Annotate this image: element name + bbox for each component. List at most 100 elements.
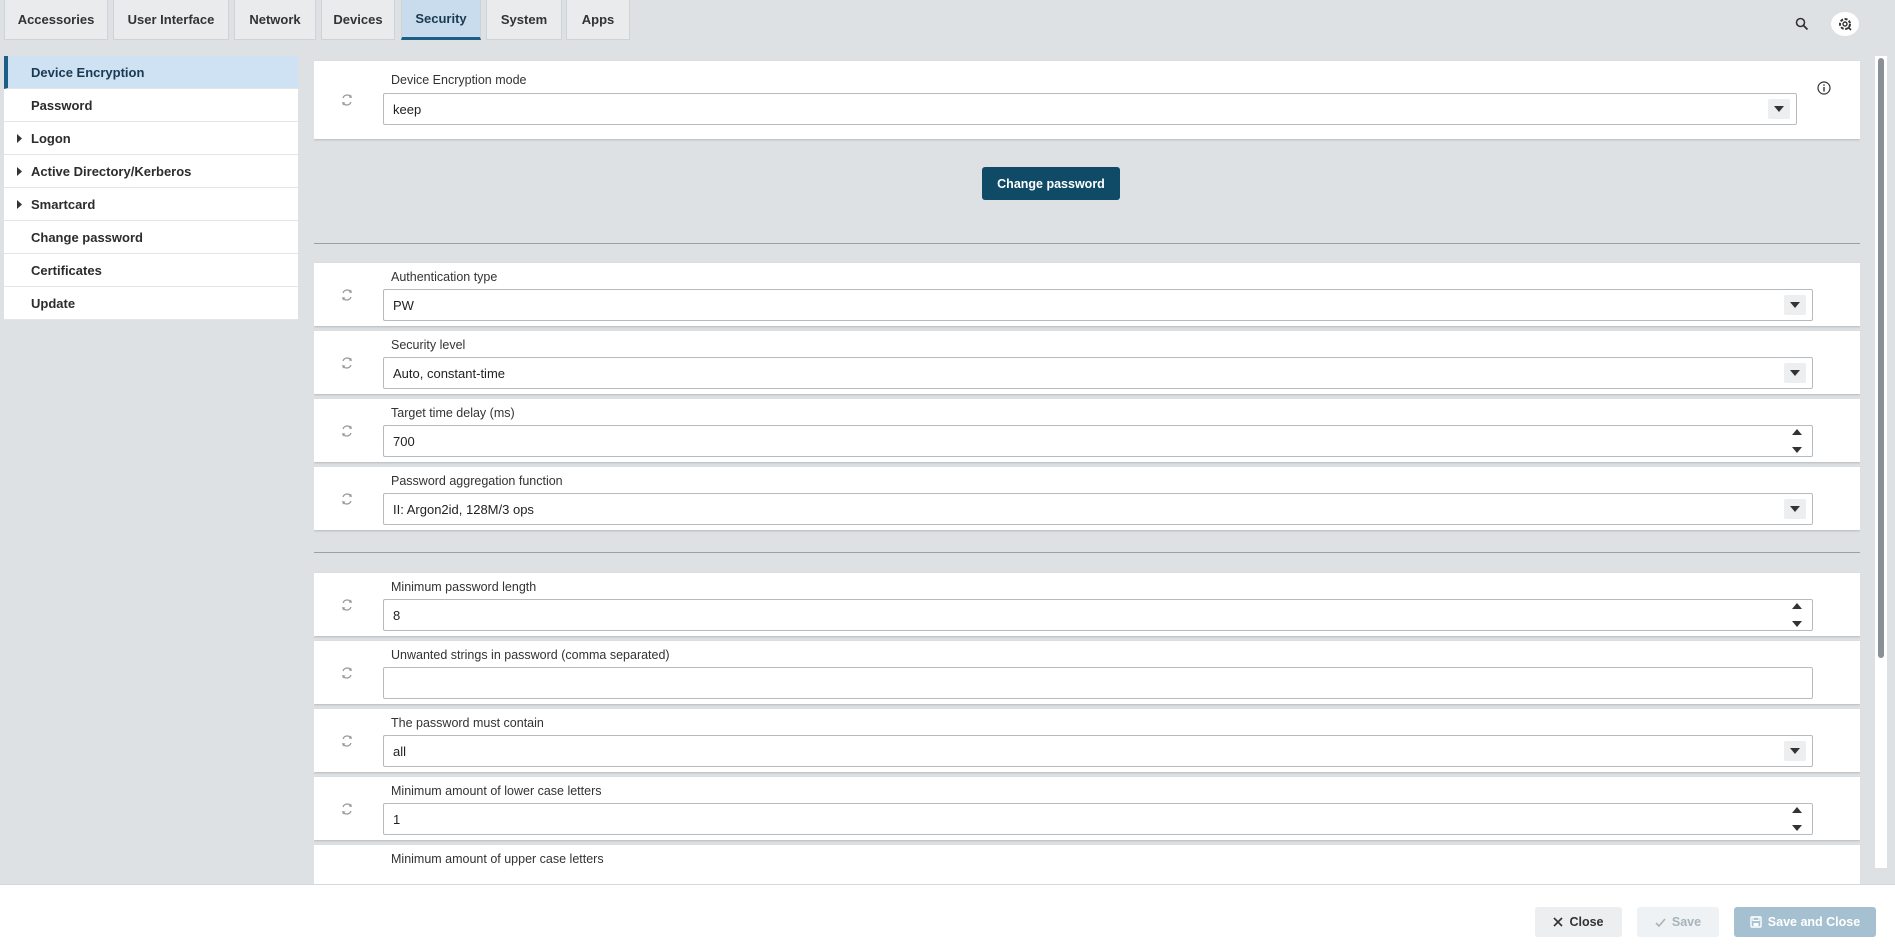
reset-icon[interactable] — [340, 492, 354, 506]
section-divider — [314, 552, 1860, 553]
sidebar-item-active-directory[interactable]: Active Directory/Kerberos — [4, 155, 298, 188]
unwanted-strings-input[interactable] — [383, 667, 1813, 699]
reset-icon[interactable] — [340, 93, 354, 107]
chevron-down-icon[interactable] — [1784, 741, 1806, 761]
settings-gear-icon[interactable] — [1831, 12, 1859, 36]
authentication-type-select[interactable]: PW — [383, 289, 1813, 321]
reset-icon[interactable] — [340, 288, 354, 302]
close-button[interactable]: Close — [1535, 907, 1622, 937]
save-and-close-button-label: Save and Close — [1767, 915, 1861, 929]
setting-minimum-upper-case: Minimum amount of upper case letters — [314, 845, 1860, 884]
save-disk-icon — [1750, 916, 1762, 928]
minimum-lower-case-input[interactable]: 1 — [383, 803, 1813, 835]
sidebar-item-password[interactable]: Password — [4, 89, 298, 122]
caret-right-icon[interactable] — [16, 167, 24, 176]
setting-minimum-lower-case: Minimum amount of lower case letters 1 — [314, 777, 1860, 840]
sidebar-item-label: Certificates — [31, 262, 102, 278]
chevron-down-icon[interactable] — [1768, 99, 1790, 119]
sidebar-item-label: Smartcard — [31, 196, 96, 212]
sidebar-item-label: Device Encryption — [31, 64, 145, 80]
minimum-password-length-input[interactable]: 8 — [383, 599, 1813, 631]
sidebar-item-logon[interactable]: Logon — [4, 122, 298, 155]
caret-right-icon[interactable] — [16, 134, 24, 143]
stepper-down-icon[interactable] — [1792, 447, 1802, 453]
change-password-button[interactable]: Change password — [982, 167, 1120, 200]
save-button[interactable]: Save — [1637, 907, 1719, 937]
setting-device-encryption-mode: Device Encryption mode keep — [314, 61, 1860, 139]
security-level-select[interactable]: Auto, constant-time — [383, 357, 1813, 389]
reset-icon[interactable] — [340, 598, 354, 612]
chevron-down-icon[interactable] — [1784, 363, 1806, 383]
setting-password-aggregation: Password aggregation function II: Argon2… — [314, 467, 1860, 530]
number-stepper[interactable] — [1788, 429, 1806, 453]
settings-panel: Device Encryption mode keep Change passw… — [314, 56, 1860, 884]
stepper-up-icon[interactable] — [1792, 807, 1802, 813]
reset-icon[interactable] — [340, 666, 354, 680]
scrollbar[interactable] — [1875, 56, 1887, 868]
setting-security-level: Security level Auto, constant-time — [314, 331, 1860, 394]
sidebar-item-certificates[interactable]: Certificates — [4, 254, 298, 287]
setting-target-time-delay: Target time delay (ms) 700 — [314, 399, 1860, 462]
stepper-down-icon[interactable] — [1792, 825, 1802, 831]
sidebar-item-smartcard[interactable]: Smartcard — [4, 188, 298, 221]
select-value: all — [393, 743, 407, 759]
select-value: keep — [393, 101, 422, 117]
tab-user-interface[interactable]: User Interface — [113, 0, 229, 40]
field-label: Target time delay (ms) — [391, 406, 515, 420]
footer-bar: Close Save Save and Close — [0, 884, 1895, 949]
tab-security[interactable]: Security — [401, 0, 481, 40]
tab-apps[interactable]: Apps — [566, 0, 630, 40]
sidebar-item-label: Password — [31, 97, 93, 113]
close-button-label: Close — [1569, 915, 1604, 929]
sidebar-item-device-encryption[interactable]: Device Encryption — [4, 56, 298, 89]
field-label: The password must contain — [391, 716, 544, 730]
stepper-up-icon[interactable] — [1792, 429, 1802, 435]
sidebar-nav: Device Encryption Password Logon Active … — [4, 56, 298, 320]
search-icon[interactable] — [1790, 12, 1814, 36]
setting-password-must-contain: The password must contain all — [314, 709, 1860, 772]
stepper-down-icon[interactable] — [1792, 621, 1802, 627]
number-stepper[interactable] — [1788, 807, 1806, 831]
info-icon[interactable] — [1817, 81, 1831, 95]
stepper-up-icon[interactable] — [1792, 603, 1802, 609]
target-time-delay-input[interactable]: 700 — [383, 425, 1813, 457]
sidebar-item-label: Logon — [31, 130, 71, 146]
save-button-label: Save — [1671, 915, 1702, 929]
field-label: Unwanted strings in password (comma sepa… — [391, 648, 670, 662]
tab-devices[interactable]: Devices — [321, 0, 395, 40]
field-label: Authentication type — [391, 270, 498, 284]
setting-unwanted-strings: Unwanted strings in password (comma sepa… — [314, 641, 1860, 704]
sidebar-item-change-password[interactable]: Change password — [4, 221, 298, 254]
input-value: 1 — [393, 811, 401, 827]
setting-minimum-password-length: Minimum password length 8 — [314, 573, 1860, 636]
device-encryption-mode-select[interactable]: keep — [383, 93, 1797, 125]
chevron-down-icon[interactable] — [1784, 499, 1806, 519]
sidebar-item-label: Change password — [31, 229, 143, 245]
select-value: Auto, constant-time — [393, 365, 505, 381]
chevron-down-icon[interactable] — [1784, 295, 1806, 315]
reset-icon[interactable] — [340, 734, 354, 748]
tab-accessories[interactable]: Accessories — [4, 0, 108, 40]
sidebar-item-update[interactable]: Update — [4, 287, 298, 320]
top-tab-bar: Accessories User Interface Network Devic… — [0, 0, 1895, 40]
password-must-contain-select[interactable]: all — [383, 735, 1813, 767]
reset-icon[interactable] — [340, 802, 354, 816]
section-divider — [314, 243, 1860, 244]
reset-icon[interactable] — [340, 424, 354, 438]
sidebar-item-label: Active Directory/Kerberos — [31, 163, 192, 179]
save-and-close-button[interactable]: Save and Close — [1734, 907, 1876, 937]
select-value: II: Argon2id, 128M/3 ops — [393, 501, 534, 517]
scrollbar-thumb[interactable] — [1878, 58, 1884, 658]
password-aggregation-select[interactable]: II: Argon2id, 128M/3 ops — [383, 493, 1813, 525]
number-stepper[interactable] — [1788, 603, 1806, 627]
field-label: Password aggregation function — [391, 474, 563, 488]
close-icon — [1553, 917, 1564, 927]
field-label: Minimum password length — [391, 580, 537, 594]
tab-network[interactable]: Network — [234, 0, 316, 40]
tab-system[interactable]: System — [486, 0, 562, 40]
select-value: PW — [393, 297, 414, 313]
caret-right-icon[interactable] — [16, 200, 24, 209]
input-value: 8 — [393, 607, 401, 623]
field-label: Minimum amount of upper case letters — [391, 852, 604, 866]
reset-icon[interactable] — [340, 356, 354, 370]
